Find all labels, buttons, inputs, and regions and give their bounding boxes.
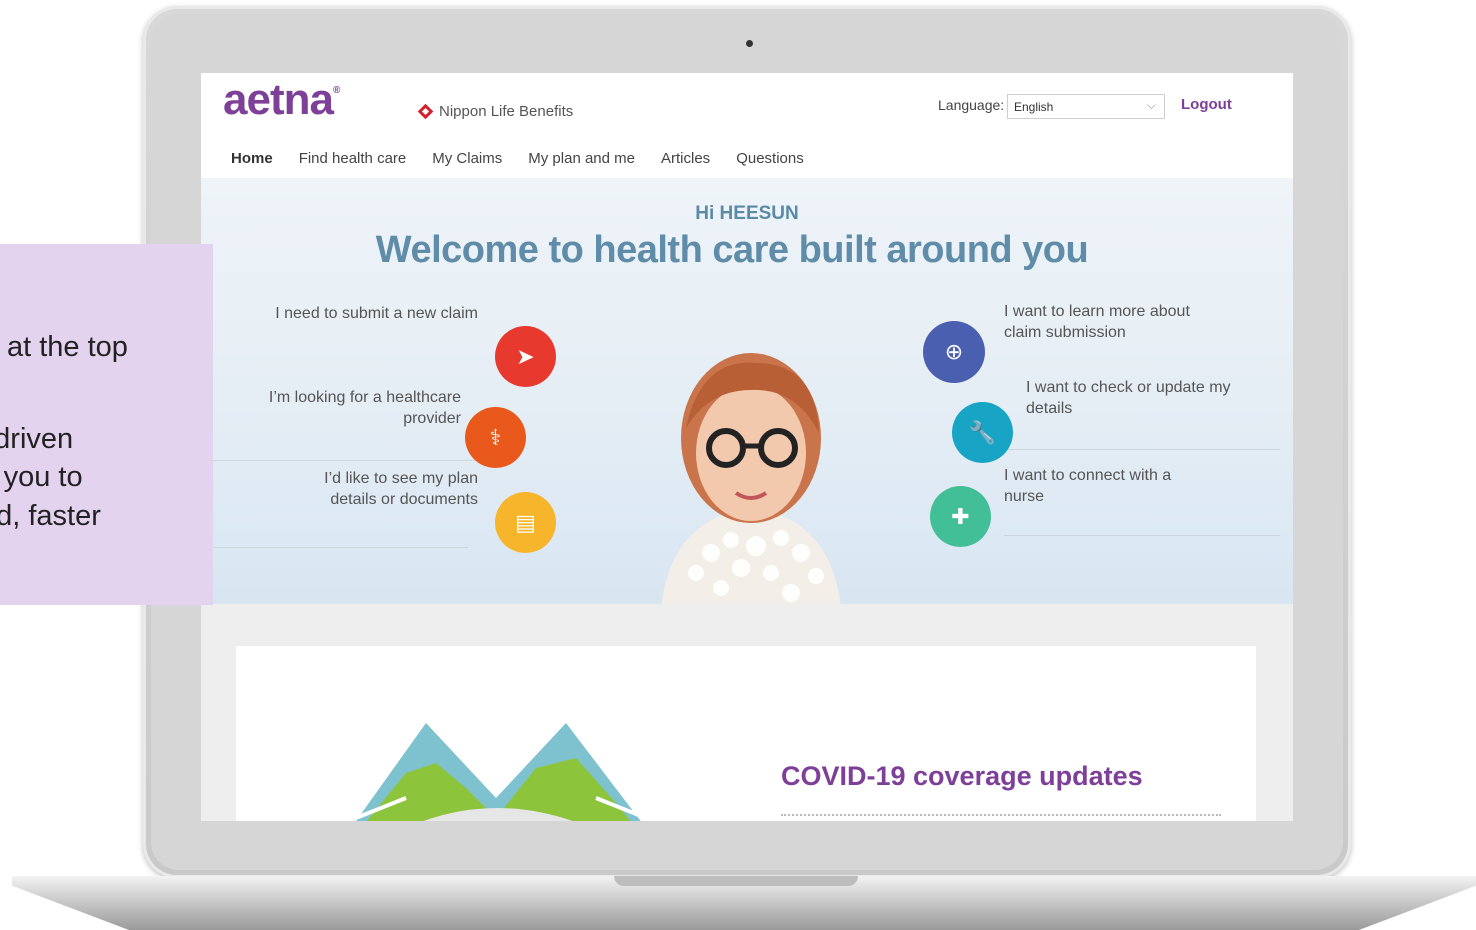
- chevron-down-icon: ⌵: [1146, 98, 1156, 112]
- webcam-icon: [746, 40, 753, 47]
- action-find-provider[interactable]: I’m looking for a healthcare provider: [241, 387, 461, 429]
- claim-info-icon[interactable]: ⊕: [923, 321, 985, 383]
- nav-articles[interactable]: Articles: [661, 150, 710, 167]
- callout-line: k-driven: [0, 423, 74, 455]
- action-learn-claims[interactable]: I want to learn more about claim submiss…: [1004, 301, 1224, 343]
- caduceus-icon[interactable]: ⚕: [465, 407, 526, 468]
- language-value: English: [1014, 100, 1054, 114]
- divider: [1004, 449, 1280, 450]
- callout-line: ts you to: [0, 461, 83, 493]
- action-plan-documents[interactable]: I’d like to see my plan details or docum…: [291, 468, 478, 510]
- nav-home[interactable]: Home: [231, 150, 273, 167]
- callout-line: ed, faster: [0, 500, 101, 532]
- logout-link[interactable]: Logout: [1181, 96, 1232, 113]
- action-connect-nurse[interactable]: I want to connect with a nurse: [1004, 465, 1204, 507]
- covid-card[interactable]: COVID-19 coverage updates: [236, 646, 1256, 821]
- site-header: aetna® Nippon Life Benefits Language: En…: [201, 73, 1293, 178]
- wrench-icon[interactable]: 🔧: [952, 402, 1013, 463]
- paper-plane-icon[interactable]: ➤: [495, 326, 556, 387]
- bandage-icon[interactable]: ✚: [930, 486, 991, 547]
- divider: [1004, 535, 1280, 536]
- covid-heading[interactable]: COVID-19 coverage updates: [781, 761, 1143, 792]
- divider: [213, 547, 468, 548]
- hero-banner: Hi HEESUN Welcome to health care built a…: [201, 178, 1293, 604]
- divider: [213, 460, 483, 461]
- partner-logo: Nippon Life Benefits: [417, 103, 574, 120]
- woman-photo: [661, 353, 841, 604]
- aetna-logo[interactable]: aetna®: [223, 75, 340, 125]
- nav-my-plan[interactable]: My plan and me: [528, 150, 635, 167]
- presentation-callout: at the top k-driven ts you to ed, faster: [0, 244, 213, 605]
- laptop-notch: [614, 876, 858, 886]
- language-label: Language:: [938, 97, 1005, 113]
- nav-questions[interactable]: Questions: [736, 150, 804, 167]
- browser-screen: aetna® Nippon Life Benefits Language: En…: [201, 73, 1293, 821]
- callout-line: at the top: [7, 331, 128, 363]
- action-submit-claim[interactable]: I need to submit a new claim: [261, 303, 478, 324]
- nav-my-claims[interactable]: My Claims: [432, 150, 502, 167]
- language-select[interactable]: English ⌵: [1007, 94, 1165, 119]
- document-icon[interactable]: ▤: [495, 492, 556, 553]
- user-greeting: Hi HEESUN: [695, 203, 799, 224]
- welcome-heading: Welcome to health care built around you: [375, 229, 1089, 271]
- action-update-details[interactable]: I want to check or update my details: [1026, 377, 1266, 419]
- nav-find-health-care[interactable]: Find health care: [299, 150, 407, 167]
- main-nav: Home Find health care My Claims My plan …: [231, 150, 830, 167]
- covid-summary-cutoff: [781, 814, 1221, 821]
- nippon-diamond-icon: [417, 103, 434, 120]
- partner-name: Nippon Life Benefits: [439, 103, 574, 120]
- globe-mask-illustration: [355, 723, 647, 821]
